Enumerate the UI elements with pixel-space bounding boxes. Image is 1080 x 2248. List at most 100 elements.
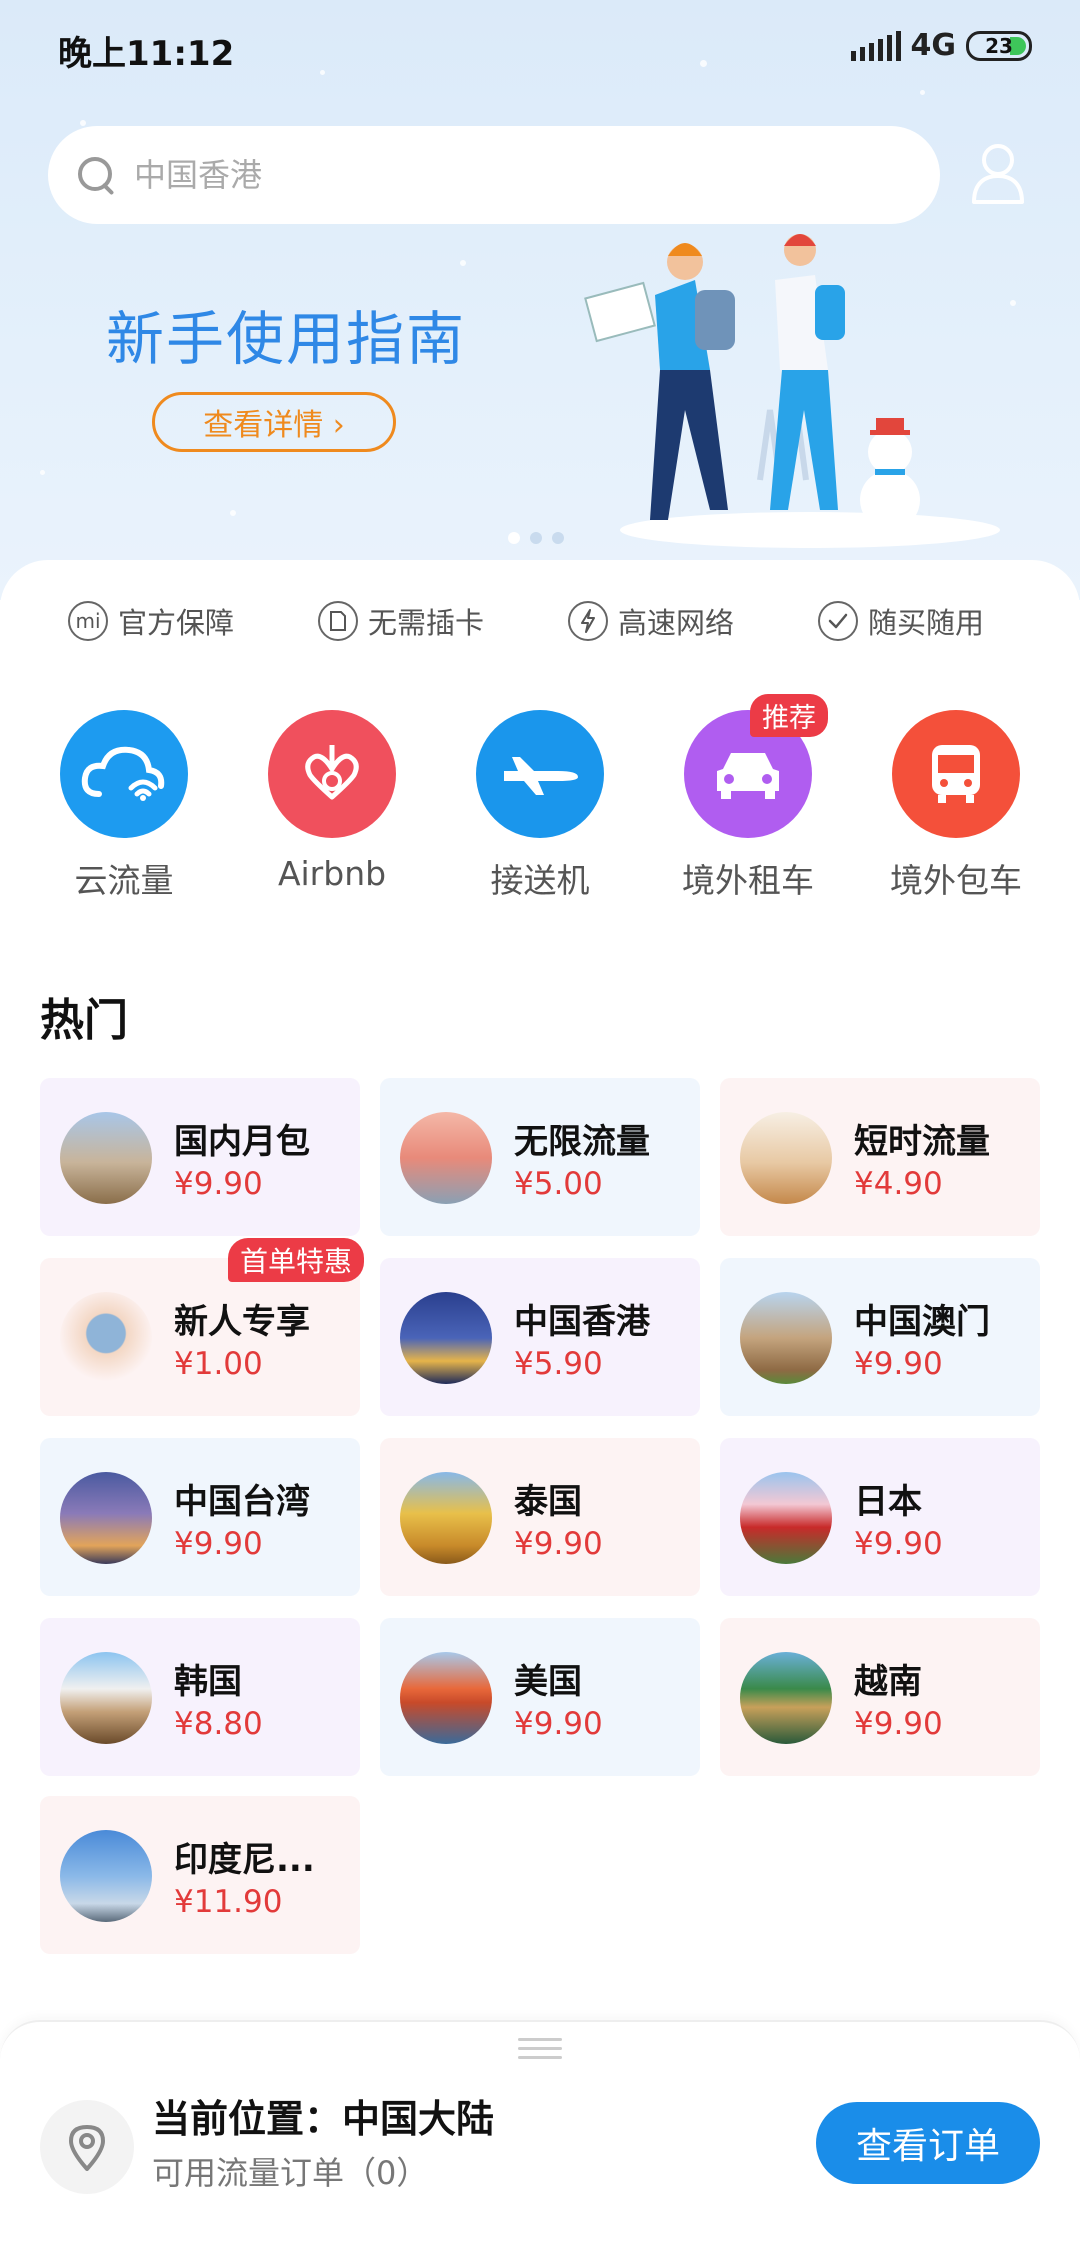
current-location: 当前位置：中国大陆 (152, 2097, 495, 2141)
airbnb-icon (268, 710, 396, 838)
camper-van-image (740, 1112, 832, 1204)
hot-item-indonesia[interactable]: 印度尼... ¥11.90 (40, 1796, 360, 1954)
item-name: 美国 (514, 1662, 582, 1702)
item-name: 短时流量 (854, 1122, 990, 1162)
recommended-badge: 推荐 (750, 694, 828, 737)
service-charter[interactable]: 境外包车 (876, 710, 1036, 902)
bus-icon (892, 710, 1020, 838)
item-name: 韩国 (174, 1662, 242, 1702)
network-type: 4G (910, 28, 957, 63)
hongkong-skyline-image (400, 1292, 492, 1384)
japan-pagoda-image (740, 1472, 832, 1564)
hot-item-thailand[interactable]: 泰国 ¥9.90 (380, 1438, 700, 1596)
hot-item-taiwan[interactable]: 中国台湾 ¥9.90 (40, 1438, 360, 1596)
item-price: ¥9.90 (854, 1706, 943, 1742)
service-airbnb[interactable]: Airbnb (252, 710, 412, 893)
item-name: 无限流量 (514, 1122, 650, 1162)
item-name: 新人专享 (174, 1302, 310, 1342)
hot-item-domestic-monthly[interactable]: 国内月包 ¥9.90 (40, 1078, 360, 1236)
item-price: ¥9.90 (514, 1526, 603, 1562)
service-car-rental[interactable]: 境外租车 (668, 710, 828, 902)
service-label: 境外租车 (682, 861, 814, 900)
item-price: ¥1.00 (174, 1346, 263, 1382)
banner-details-button[interactable]: 查看详情 › (152, 392, 396, 452)
feature-label: 随买随用 (868, 606, 985, 640)
sim-card-icon (318, 601, 358, 641)
taipei-101-image (60, 1472, 152, 1564)
item-price: ¥9.90 (854, 1526, 943, 1562)
monas-monument-image (60, 1830, 152, 1922)
great-wall-image (60, 1112, 152, 1204)
item-price: ¥9.90 (514, 1706, 603, 1742)
dragon-statue-image (400, 1112, 492, 1204)
snowflake (460, 260, 466, 266)
service-label: 接送机 (490, 861, 590, 900)
cloud-wifi-icon (60, 710, 188, 838)
search-icon (76, 155, 116, 195)
hot-item-short-term[interactable]: 短时流量 ¥4.90 (720, 1078, 1040, 1236)
status-bar: 晚上11:12 4G 23 (0, 0, 1080, 95)
view-orders-button[interactable]: 查看订单 (816, 2102, 1040, 2184)
hot-item-unlimited[interactable]: 无限流量 ¥5.00 (380, 1078, 700, 1236)
snowflake (230, 510, 236, 516)
hot-item-japan[interactable]: 日本 ¥9.90 (720, 1438, 1040, 1596)
item-name: 日本 (854, 1482, 922, 1522)
location-pin-icon (40, 2100, 134, 2194)
gift-box-image (60, 1292, 152, 1384)
search-bar[interactable] (48, 126, 940, 224)
service-label: Airbnb (277, 854, 387, 893)
feature-official: mi 官方保障 (68, 600, 234, 642)
pagination-dot (552, 532, 564, 544)
feature-label: 官方保障 (118, 606, 235, 640)
hot-item-korea[interactable]: 韩国 ¥8.80 (40, 1618, 360, 1776)
korea-flag-image (60, 1652, 152, 1744)
signal-icon (850, 30, 901, 61)
pagination-dot (530, 532, 542, 544)
item-name: 中国澳门 (854, 1302, 990, 1342)
item-price: ¥11.90 (174, 1884, 283, 1920)
feature-fast-network: 高速网络 (568, 600, 734, 642)
available-orders: 可用流量订单（0） (152, 2154, 429, 2192)
travelers-illustration (584, 234, 1000, 548)
lightning-icon (568, 601, 608, 641)
status-indicators: 4G 23 (850, 28, 1032, 63)
header-hero: 晚上11:12 4G 23 新手使用指南 查看详情 › (0, 0, 1080, 600)
user-icon[interactable] (970, 142, 1026, 204)
bottom-location-panel: 当前位置：中国大陆 可用流量订单（0） 查看订单 (0, 2020, 1080, 2248)
check-icon (818, 601, 858, 641)
service-label: 境外包车 (890, 861, 1022, 900)
hot-item-vietnam[interactable]: 越南 ¥9.90 (720, 1618, 1040, 1776)
item-name: 中国香港 (514, 1302, 650, 1342)
macau-ruins-image (740, 1292, 832, 1384)
hot-item-macau[interactable]: 中国澳门 ¥9.90 (720, 1258, 1040, 1416)
hot-item-hongkong[interactable]: 中国香港 ¥5.90 (380, 1258, 700, 1416)
service-label: 云流量 (74, 861, 174, 900)
mi-icon: mi (68, 601, 108, 641)
banner-pagination (508, 532, 564, 544)
airplane-icon (476, 710, 604, 838)
snowflake (1010, 300, 1016, 306)
service-airport-transfer[interactable]: 接送机 (460, 710, 620, 902)
item-name: 印度尼... (174, 1840, 315, 1880)
drag-handle[interactable] (518, 2038, 562, 2065)
item-price: ¥9.90 (174, 1526, 263, 1562)
item-price: ¥8.80 (174, 1706, 263, 1742)
first-order-badge: 首单特惠 (228, 1238, 365, 1282)
golden-gate-image (400, 1652, 492, 1744)
item-price: ¥9.90 (854, 1346, 943, 1382)
status-time: 晚上11:12 (58, 34, 235, 74)
item-name: 越南 (854, 1662, 922, 1702)
feature-label: 无需插卡 (368, 606, 485, 640)
battery-icon: 23 (966, 30, 1032, 61)
hot-section-title: 热门 (40, 995, 128, 1046)
feature-label: 高速网络 (618, 606, 735, 640)
hot-item-usa[interactable]: 美国 ¥9.90 (380, 1618, 700, 1776)
pagination-dot (508, 532, 520, 544)
service-cloud-data[interactable]: 云流量 (44, 710, 204, 902)
item-price: ¥4.90 (854, 1166, 943, 1202)
snowflake (80, 120, 86, 126)
item-name: 国内月包 (174, 1122, 310, 1162)
item-price: ¥9.90 (174, 1166, 263, 1202)
golden-bridge-image (740, 1652, 832, 1744)
search-input[interactable] (134, 156, 894, 194)
